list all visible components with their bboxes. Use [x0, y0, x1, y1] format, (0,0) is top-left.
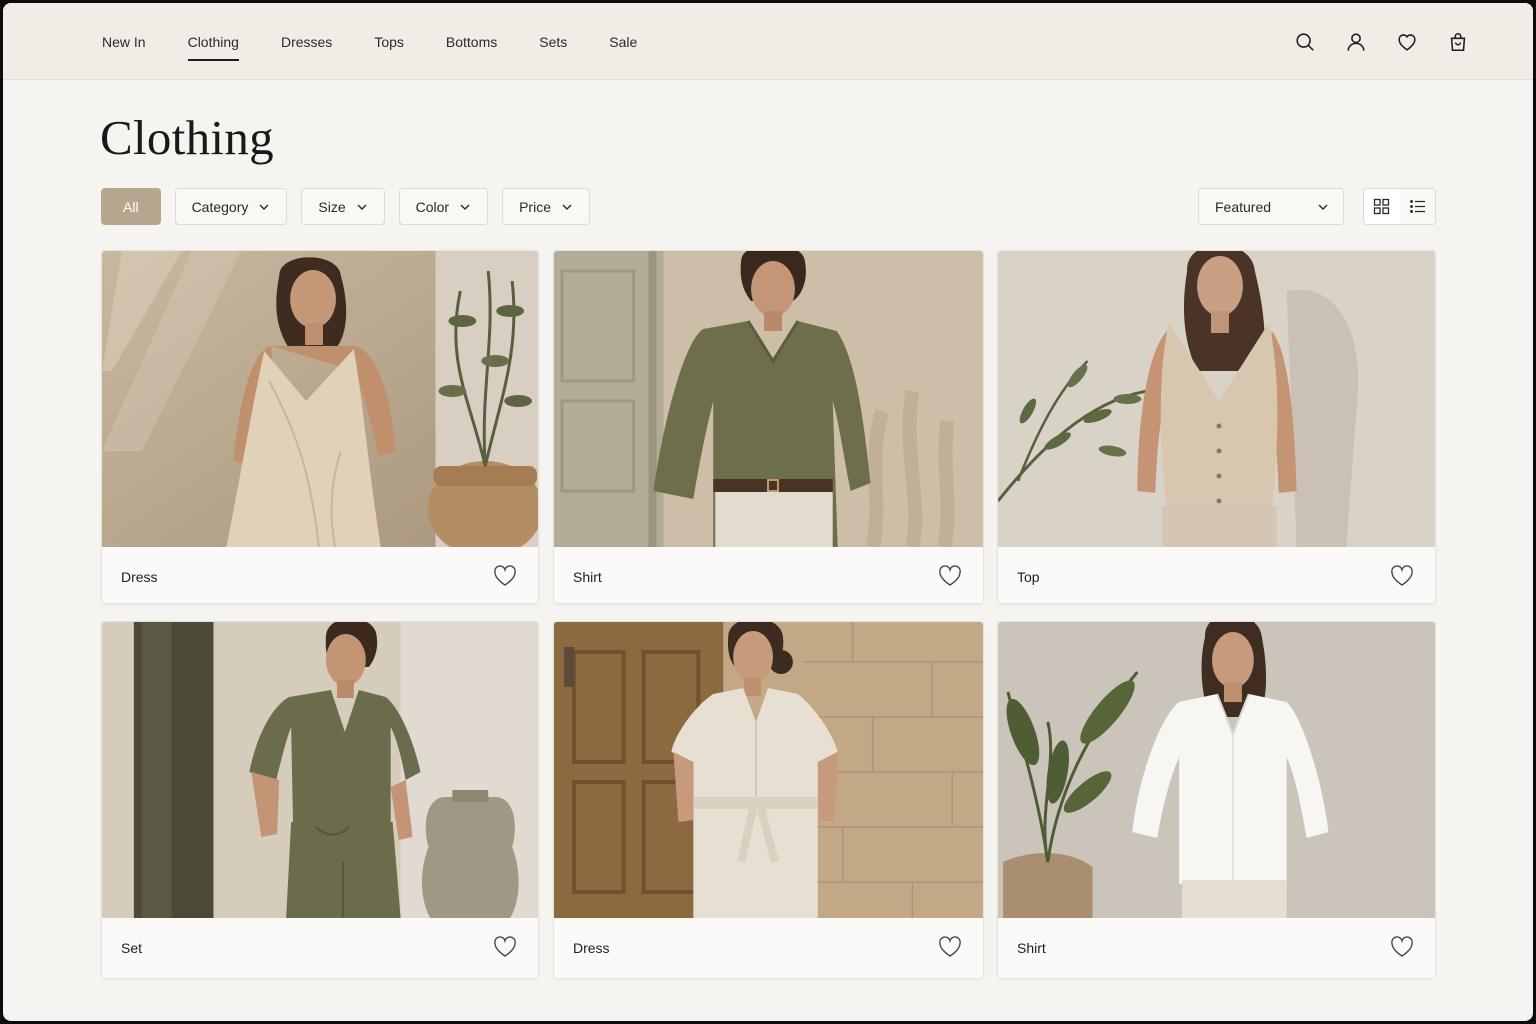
product-image: [102, 251, 538, 547]
product-card-footer: Set: [102, 918, 538, 978]
chevron-down-icon: [562, 204, 572, 210]
browser-frame: New In Clothing Dresses Tops Bottoms Set…: [3, 3, 1533, 1021]
product-name: Dress: [573, 940, 610, 956]
product-image: [554, 622, 983, 918]
heart-icon[interactable]: [1390, 936, 1414, 958]
view-toggle: [1363, 188, 1436, 225]
product-card[interactable]: Top: [997, 250, 1436, 604]
product-card-footer: Top: [998, 547, 1435, 603]
filter-all-label: All: [123, 198, 139, 215]
product-card[interactable]: Shirt: [997, 621, 1436, 979]
filter-size-dropdown[interactable]: Size: [301, 188, 385, 225]
nav-item-dresses[interactable]: Dresses: [281, 3, 332, 80]
header-actions: [1266, 30, 1470, 54]
product-image: [554, 251, 983, 547]
product-name: Set: [121, 940, 143, 956]
list-view-icon[interactable]: [1400, 189, 1436, 224]
filter-category-label: Category: [191, 198, 249, 215]
filter-all-button[interactable]: All: [101, 188, 161, 225]
chevron-down-icon: [1318, 204, 1328, 210]
product-card-footer: Dress: [102, 547, 538, 603]
product-card[interactable]: Shirt: [553, 250, 984, 604]
nav-item-clothing[interactable]: Clothing: [187, 3, 240, 80]
nav-item-tops[interactable]: Tops: [374, 3, 404, 80]
wishlist-heart-icon[interactable]: [1395, 30, 1419, 54]
product-name: Top: [1017, 569, 1040, 585]
search-icon[interactable]: [1293, 30, 1317, 54]
filter-price-dropdown[interactable]: Price: [502, 188, 590, 225]
product-card[interactable]: Dress: [101, 250, 539, 604]
main-nav: New In Clothing Dresses Tops Bottoms Set…: [102, 3, 679, 80]
chevron-down-icon: [357, 204, 367, 210]
chevron-down-icon: [460, 204, 470, 210]
top-navigation-bar: New In Clothing Dresses Tops Bottoms Set…: [3, 3, 1533, 80]
page-title: Clothing: [100, 110, 274, 165]
account-icon[interactable]: [1344, 30, 1368, 54]
product-name: Dress: [121, 569, 158, 585]
filter-bar: All Category Size Color Price: [101, 188, 604, 225]
filter-color-label: Color: [415, 198, 450, 215]
filter-category-dropdown[interactable]: Category: [174, 188, 288, 225]
product-card-footer: Shirt: [998, 918, 1435, 978]
product-card[interactable]: Set: [101, 621, 539, 979]
grid-view-icon[interactable]: [1364, 189, 1400, 224]
chevron-down-icon: [259, 204, 269, 210]
heart-icon[interactable]: [493, 565, 517, 587]
nav-item-sale[interactable]: Sale: [609, 3, 637, 80]
sort-dropdown[interactable]: Featured: [1198, 188, 1344, 225]
shopping-bag-icon[interactable]: [1446, 30, 1470, 54]
filter-color-dropdown[interactable]: Color: [398, 188, 489, 225]
product-card[interactable]: Dress: [553, 621, 984, 979]
product-card-footer: Dress: [554, 918, 983, 978]
product-image: [102, 622, 538, 918]
heart-icon[interactable]: [493, 936, 517, 958]
nav-item-sets[interactable]: Sets: [539, 3, 567, 80]
product-image: [998, 251, 1435, 547]
heart-icon[interactable]: [1390, 565, 1414, 587]
heart-icon[interactable]: [938, 936, 962, 958]
sort-selected-label: Featured: [1215, 198, 1272, 215]
product-name: Shirt: [573, 569, 602, 585]
product-card-footer: Shirt: [554, 547, 983, 603]
nav-item-bottoms[interactable]: Bottoms: [446, 3, 497, 80]
filter-price-label: Price: [519, 198, 551, 215]
nav-item-new-in[interactable]: New In: [102, 3, 146, 80]
product-name: Shirt: [1017, 940, 1046, 956]
filter-size-label: Size: [318, 198, 346, 215]
heart-icon[interactable]: [938, 565, 962, 587]
product-image: [998, 622, 1435, 918]
